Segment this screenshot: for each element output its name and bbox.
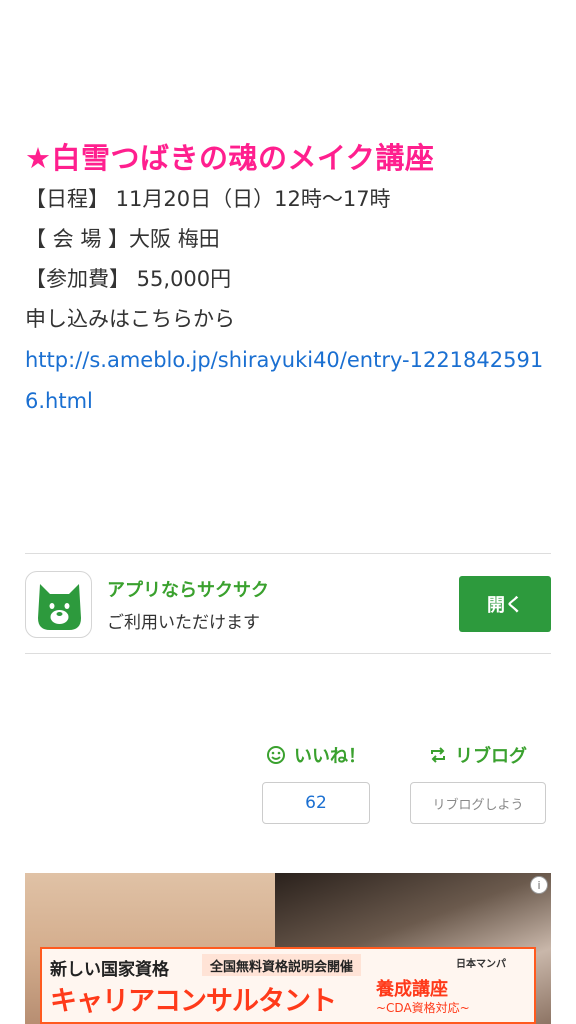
reblog-icon bbox=[429, 746, 447, 764]
ad-banner[interactable]: 新しい国家資格 全国無料資格説明会開催 キャリアコンサルタント 養成講座 ~CD… bbox=[40, 947, 536, 1024]
like-label: いいね！ bbox=[294, 746, 366, 767]
like-button[interactable]: いいね！ bbox=[262, 742, 370, 768]
fee-line: 【参加費】 55,000円 bbox=[25, 267, 232, 291]
post-actions: いいね！ リブログ 62 リブログしよう bbox=[262, 736, 552, 828]
app-promo-title: アプリならサクサク bbox=[107, 580, 269, 601]
ad-course-text: 養成講座 bbox=[376, 979, 448, 1000]
article-title: ★白雪つばきの魂のメイク講座 bbox=[25, 141, 435, 175]
reblog-label: リブログ bbox=[455, 746, 527, 767]
smiley-icon bbox=[266, 745, 286, 765]
ad-headline: 新しい国家資格 bbox=[50, 960, 169, 980]
app-promo-subtitle: ご利用いただけます bbox=[107, 613, 260, 633]
ad-note: ~CDA資格対応~ bbox=[376, 1001, 470, 1015]
apply-link[interactable]: http://s.ameblo.jp/shirayuki40/entry-122… bbox=[25, 340, 555, 422]
ad-info-icon[interactable]: i bbox=[530, 876, 548, 894]
ad-main-text: キャリアコンサルタント bbox=[50, 986, 337, 1017]
ad-pill: 全国無料資格説明会開催 bbox=[202, 954, 362, 976]
schedule-line: 【日程】 11月20日（日）12時〜17時 bbox=[25, 187, 391, 211]
apply-line: 申し込みはこちらから bbox=[25, 307, 235, 331]
venue-line: 【 会 場 】大阪 梅田 bbox=[25, 227, 220, 251]
advertisement[interactable]: 新しい国家資格 全国無料資格説明会開催 キャリアコンサルタント 養成講座 ~CD… bbox=[25, 873, 551, 1024]
reblog-prompt[interactable]: リブログしよう bbox=[410, 782, 546, 824]
app-promo-banner: アプリならサクサク ご利用いただけます 開く bbox=[25, 553, 551, 654]
ameba-dog-icon bbox=[25, 571, 92, 638]
ad-logo: 日本マンパ bbox=[456, 959, 506, 970]
open-app-button[interactable]: 開く bbox=[459, 576, 551, 632]
article-body: ★白雪つばきの魂のメイク講座 【日程】 11月20日（日）12時〜17時 【 会… bbox=[25, 136, 555, 422]
reblog-button[interactable]: リブログ bbox=[410, 742, 546, 768]
like-count[interactable]: 62 bbox=[262, 782, 370, 824]
